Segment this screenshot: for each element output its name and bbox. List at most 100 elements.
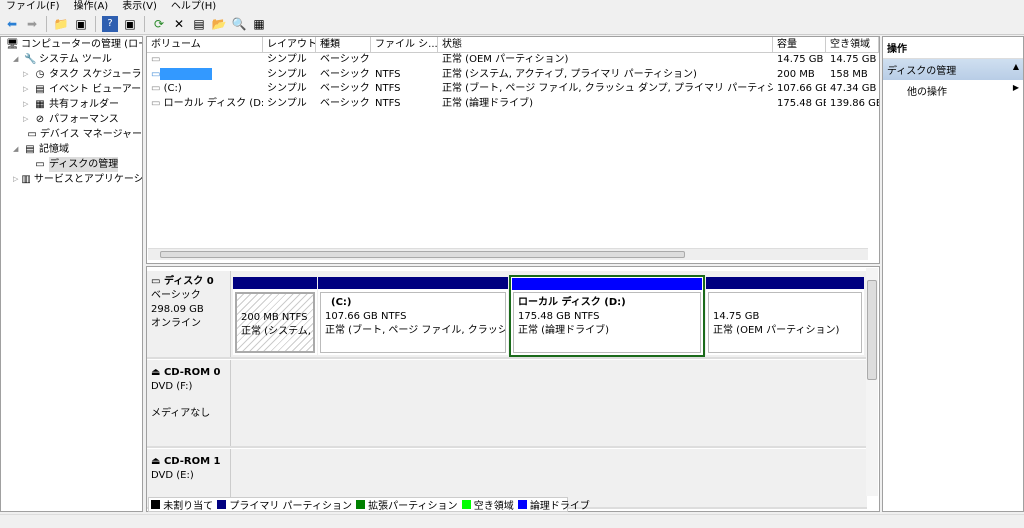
legend-swatch — [151, 500, 160, 509]
tree-item-label: パフォーマンス — [49, 114, 119, 125]
show-action-pane-icon[interactable]: ▣ — [122, 16, 138, 32]
expand-toggle-icon[interactable]: ▷ — [23, 112, 31, 127]
expand-toggle-icon[interactable]: ▷ — [13, 172, 18, 187]
volume-name: ローカル ディスク (D:) — [163, 97, 263, 109]
device-manager-icon: ▭ — [27, 128, 37, 140]
volume-row[interactable]: ▭ (C:) シンプル ベーシック NTFS 正常 (ブート, ページ ファイル, クラ… — [147, 82, 879, 97]
tree-item-label: サービスとアプリケーション — [33, 174, 143, 185]
cdrom-status: メディアなし — [151, 408, 211, 419]
forward-icon[interactable]: ➡ — [24, 16, 40, 32]
column-free-space[interactable]: 空き領域 — [826, 37, 879, 52]
cell: シンプル — [267, 83, 307, 94]
column-status[interactable]: 状態 — [438, 37, 773, 52]
computer-icon: 🖥 — [6, 38, 19, 50]
tree-item[interactable]: ▷ ⊘ パフォーマンス — [1, 112, 142, 127]
cell: ベーシック — [320, 83, 370, 94]
column-capacity[interactable]: 容量 — [773, 37, 826, 52]
volume-icon: ▭ — [151, 54, 161, 65]
cell-volume: ▭ (C:) — [147, 82, 263, 97]
show-hide-tree-icon[interactable]: ▣ — [73, 16, 89, 32]
help-icon[interactable]: ? — [102, 15, 118, 32]
tree-item[interactable]: ▷ ◷ タスク スケジューラ — [1, 67, 142, 82]
partition-system[interactable]: 200 MB NTFS 正常 (システム, ア — [233, 277, 317, 355]
cell: 14.75 GB — [830, 54, 877, 65]
actions-section-disk-management[interactable]: ディスクの管理 ▲ — [883, 59, 1023, 80]
tree-item-label: 共有フォルダー — [49, 99, 119, 110]
partition-c[interactable]: (C:) 107.66 GB NTFS 正常 (ブート, ページ ファイル, クラッ… — [318, 277, 508, 355]
column-volume[interactable]: ボリューム — [147, 37, 263, 52]
tree-item[interactable]: ▷ ▤ イベント ビューアー — [1, 82, 142, 97]
performance-icon: ⊘ — [35, 113, 45, 125]
cell: 175.48 GB — [777, 97, 826, 109]
tree-item[interactable]: ▷▥サービスとアプリケーション — [1, 172, 142, 187]
menu-view[interactable]: 表示(V) — [122, 0, 157, 13]
refresh-icon[interactable]: ⟳ — [151, 16, 167, 32]
tree-item[interactable]: ▭ ディスクの管理 — [1, 157, 142, 172]
tree-item[interactable]: ◢ ▤ 記憶域 — [1, 142, 142, 157]
menu-help[interactable]: ヘルプ(H) — [171, 0, 216, 13]
cell: シンプル — [267, 68, 307, 80]
horizontal-scrollbar[interactable] — [148, 248, 868, 260]
cell: NTFS — [375, 83, 401, 94]
tree-item[interactable]: ▭ デバイス マネージャー — [1, 127, 142, 142]
cell: 14.75 GB — [777, 54, 824, 65]
cell: シンプル — [267, 97, 307, 109]
volume-icon: ▭ — [151, 83, 161, 94]
column-type[interactable]: 種類 — [316, 37, 371, 52]
expand-toggle-icon[interactable]: ▷ — [23, 82, 31, 97]
partition-size: 200 MB NTFS — [241, 312, 308, 323]
cell: 正常 (ブート, ページ ファイル, クラッシュ ダンプ, プライマリ パーティ… — [442, 83, 773, 94]
menu-action[interactable]: 操作(A) — [74, 0, 109, 13]
cdrom-name: CD-ROM 0 — [163, 367, 221, 378]
partition-title: ローカル ディスク (D:) — [518, 297, 626, 308]
more-actions-item[interactable]: 他の操作 ▶ — [883, 80, 1023, 101]
settings-icon[interactable]: ▦ — [251, 16, 267, 32]
volume-row[interactable]: ▭ ローカル ディスク (D:) シンプル ベーシック NTFS 正常 (論理ドライブ)… — [147, 97, 879, 112]
console-tree: 🖥コンピューターの管理 (ローカル)◢🔧システム ツール▷◷タスク スケジューラ… — [0, 36, 143, 512]
delete-icon[interactable]: ✕ — [171, 16, 187, 32]
legend-swatch — [355, 500, 365, 509]
cell: ベーシック — [320, 68, 370, 80]
volume-list-header: ボリューム レイアウト 種類 ファイル シ... 状態 容量 空き領域 — [147, 37, 879, 53]
column-filesystem[interactable]: ファイル シ... — [371, 37, 438, 52]
tree-item[interactable]: ▷ ▦ 共有フォルダー — [1, 97, 142, 112]
legend-item: 空き領域 — [461, 497, 514, 512]
expand-toggle-icon[interactable]: ◢ — [13, 52, 21, 67]
partition-d[interactable]: ローカル ディスク (D:) 175.48 GB NTFS 正常 (論理ドライブ) — [509, 275, 705, 357]
expand-toggle-icon[interactable]: ◢ — [13, 142, 21, 157]
disk-size: 298.09 GB — [151, 304, 204, 315]
properties-icon[interactable]: ▤ — [191, 16, 207, 32]
up-folder-icon[interactable]: 📁 — [53, 16, 69, 32]
menu-file[interactable]: ファイル(F) — [6, 0, 60, 13]
services-icon: ▥ — [21, 173, 31, 185]
expand-toggle-icon[interactable]: ▷ — [23, 67, 31, 82]
legend-swatch — [217, 500, 227, 509]
partition-size: 175.48 GB NTFS — [518, 311, 600, 322]
column-layout[interactable]: レイアウト — [263, 37, 316, 52]
partition-size: 14.75 GB — [713, 311, 760, 322]
collapse-icon: ▲ — [1012, 62, 1019, 71]
cdrom-0-label[interactable]: ⏏ CD-ROM 0 DVD (F:) メディアなし — [149, 360, 231, 446]
legend-label: 拡張パーティション — [368, 501, 458, 512]
vertical-scrollbar[interactable] — [866, 268, 878, 496]
section-label: ディスクの管理 — [887, 66, 957, 77]
disk-0-label[interactable]: ▭ ディスク 0 ベーシック 298.09 GB オンライン — [149, 271, 231, 357]
tree-item[interactable]: ◢ 🔧 システム ツール — [1, 52, 142, 67]
back-icon[interactable]: ⬅ — [4, 16, 20, 32]
volume-row[interactable]: ▭ シンプル ベーシック 正常 (OEM パーティション) 14.75 GB 14.75… — [147, 53, 879, 68]
partition-size: 107.66 GB NTFS — [325, 311, 407, 322]
search-icon[interactable]: 🔍 — [231, 16, 247, 32]
volume-row[interactable]: ▭ シンプル ベーシック NTFS 正常 (システム, アクティブ, プライマリ パー… — [147, 67, 879, 83]
cell: 正常 (OEM パーティション) — [442, 54, 569, 65]
cell: NTFS — [375, 97, 401, 109]
open-icon[interactable]: 📂 — [211, 16, 227, 32]
tree-item[interactable]: 🖥コンピューターの管理 (ローカル) — [1, 37, 142, 52]
cell: 107.66 GB — [777, 83, 826, 94]
expand-toggle-icon[interactable]: ▷ — [23, 97, 31, 112]
cdrom-icon: ⏏ — [151, 367, 164, 378]
cell-volume: ▭ ローカル ディスク (D:) — [147, 97, 263, 112]
event-viewer-icon: ▤ — [35, 83, 45, 95]
partition-oem[interactable]: 14.75 GB 正常 (OEM パーティション) — [706, 277, 864, 355]
legend-label: 論理ドライブ — [529, 501, 590, 512]
tree-item-label: タスク スケジューラ — [49, 69, 142, 80]
